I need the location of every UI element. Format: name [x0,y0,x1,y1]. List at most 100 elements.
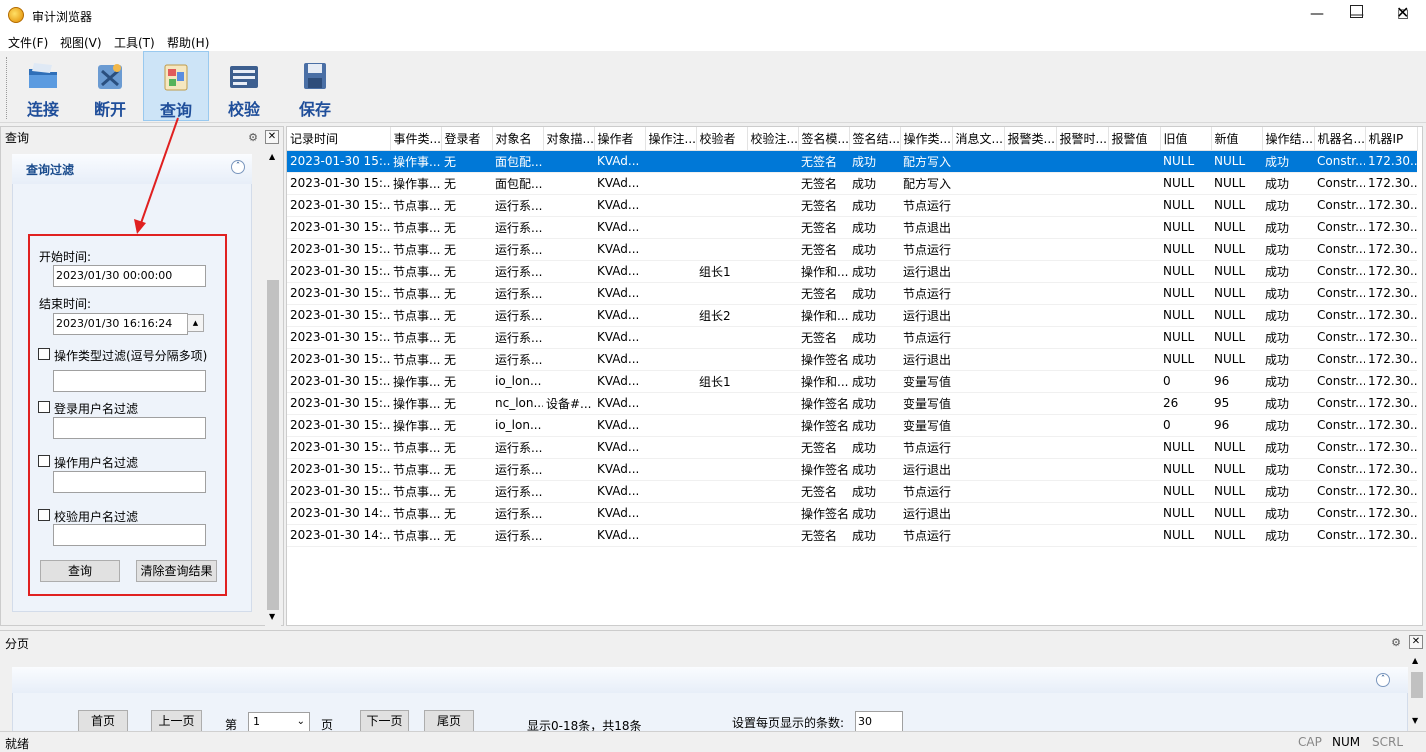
maximize-icon[interactable] [1350,5,1363,18]
column-header[interactable]: 报警时... [1056,127,1109,151]
close-icon[interactable]: ✕ [1396,3,1409,22]
table-row[interactable]: 2023-01-30 15:... 节点事... 无运行系... KVAd... 无签名… [287,282,1417,305]
table-row[interactable]: 2023-01-30 15:... 操作事... 无面包配... KVAd... 无签名… [287,172,1417,195]
column-header[interactable]: 机器IP [1365,127,1418,151]
connect-button[interactable]: 连接 [10,51,76,121]
table-row[interactable]: 2023-01-30 15:... 节点事... 无运行系... KVAd... 操作签… [287,348,1417,371]
table-row[interactable]: 2023-01-30 15:... 节点事... 无运行系... KVAd... 操作签… [287,458,1417,481]
column-header[interactable]: 对象名 [492,127,544,151]
clear-results-button[interactable]: 清除查询结果 [136,560,217,582]
verify-user-filter-input[interactable] [53,524,206,546]
table-cell [645,502,696,525]
query-button[interactable]: 查询 [143,51,209,121]
scroll-down-icon[interactable]: ▼ [269,612,275,621]
minimize-icon[interactable]: — [1310,6,1324,22]
end-time-input[interactable]: 2023/01/30 16:16:24 [53,313,188,335]
table-row[interactable]: 2023-01-30 15:... 操作事... 无 nc_lon... 设备#... K… [287,392,1417,415]
column-header[interactable]: 操作结... [1262,127,1315,151]
table-row[interactable]: 2023-01-30 14:... 节点事... 无运行系... KVAd... 操作签… [287,502,1417,525]
table-row[interactable]: 2023-01-30 15:... 节点事... 无运行系... KVAd... 无签名… [287,194,1417,217]
login-user-filter-input[interactable] [53,417,206,439]
table-cell: 172.30... [1365,304,1417,327]
menu-file[interactable]: 文件(F) [8,34,48,51]
menu-view[interactable]: 视图(V) [60,34,102,51]
pager-collapse-icon[interactable]: ˆ [1376,673,1390,687]
table-cell: 节点运行 [900,238,952,261]
op-type-filter-checkbox[interactable] [38,348,50,360]
table-cell [645,216,696,239]
pin-icon[interactable]: ⚙ [246,131,260,145]
table-row[interactable]: 2023-01-30 15:... 节点事... 无运行系... KVAd... 组长2… [287,304,1417,327]
column-header[interactable]: 签名结... [849,127,901,151]
op-user-filter-checkbox[interactable] [38,455,50,467]
last-page-button[interactable]: 尾页 [424,710,474,732]
op-type-filter-input[interactable] [53,370,206,392]
scroll-up-icon[interactable]: ▲ [269,152,275,161]
table-cell [543,238,594,261]
start-time-input[interactable]: 2023/01/30 00:00:00 [53,265,206,287]
column-header[interactable]: 校验注... [747,127,799,151]
column-header[interactable]: 操作注... [645,127,697,151]
menu-help[interactable]: 帮助(H) [167,34,209,51]
pager-pin-icon[interactable]: ⚙ [1389,636,1403,650]
column-header[interactable]: 机器名... [1314,127,1366,151]
next-page-button[interactable]: 下一页 [360,710,409,732]
table-cell: 运行系... [492,436,543,459]
verify-button[interactable]: 校验 [211,51,277,121]
table-cell [1004,458,1056,481]
table-row[interactable]: 2023-01-30 15:... 节点事... 无运行系... KVAd... 无签名… [287,480,1417,503]
pager-scroll-up-icon[interactable]: ▲ [1412,656,1418,665]
table-row[interactable]: 2023-01-30 15:... 节点事... 无运行系... KVAd... 无签名… [287,326,1417,349]
column-header[interactable]: 事件类... [390,127,442,151]
table-cell: 无 [441,216,492,239]
query-submit-button[interactable]: 查询 [40,560,120,582]
table-cell: 无 [441,458,492,481]
disconnect-button[interactable]: 断开 [77,51,143,121]
column-header[interactable]: 旧值 [1160,127,1212,151]
verify-icon [230,66,258,88]
prev-page-button[interactable]: 上一页 [151,710,202,732]
table-cell [543,480,594,503]
records-table[interactable]: 记录时间 事件类... 登录者 对象名 对象描... 操作者 操作注... 校验者 校验注...… [286,126,1423,626]
table-row[interactable]: 2023-01-30 15:... 操作事... 无 io_lon... KVAd...… [287,370,1417,393]
table-row[interactable]: 2023-01-30 15:... 节点事... 无运行系... KVAd... 无签名… [287,238,1417,261]
table-cell: Constr... [1314,150,1365,173]
column-header[interactable]: 报警类... [1004,127,1057,151]
column-header[interactable]: 登录者 [441,127,493,151]
column-header[interactable]: 报警值 [1108,127,1161,151]
time-spinner-icon[interactable]: ▲ [187,314,204,332]
column-header[interactable]: 记录时间 [287,127,391,151]
column-header[interactable]: 签名模... [798,127,850,151]
column-header[interactable]: 操作类... [900,127,953,151]
verify-user-filter-checkbox[interactable] [38,509,50,521]
table-row[interactable]: 2023-01-30 15:... 操作事... 无 io_lon... KVAd...… [287,414,1417,437]
table-cell [1056,194,1108,217]
close-panel-icon[interactable]: ✕ [265,130,279,144]
column-header[interactable]: 新值 [1211,127,1263,151]
left-scrollbar-thumb[interactable] [267,280,279,610]
per-page-input[interactable]: 30 [855,711,903,732]
collapse-icon[interactable]: ˆ [231,160,245,174]
column-header[interactable]: 消息文... [952,127,1005,151]
table-row[interactable]: 2023-01-30 15:... 节点事... 无运行系... KVAd... 无签名… [287,436,1417,459]
save-button[interactable]: 保存 [282,51,348,121]
menu-tools[interactable]: 工具(T) [114,34,155,51]
first-page-button[interactable]: 首页 [78,710,128,732]
column-header[interactable]: 对象描... [543,127,595,151]
op-user-filter-input[interactable] [53,471,206,493]
table-cell [1004,282,1056,305]
table-row[interactable]: 2023-01-30 14:... 节点事... 无运行系... KVAd... 无签名… [287,524,1417,547]
pager-scroll-down-icon[interactable]: ▼ [1412,716,1418,725]
table-row[interactable]: 2023-01-30 15:... 操作事... 无面包配... KVAd... 无签名… [287,150,1417,173]
page-select[interactable]: 1 ⌄ [248,712,310,732]
login-user-filter-checkbox[interactable] [38,401,50,413]
column-header[interactable]: 操作者 [594,127,646,151]
table-cell: 节点运行 [900,282,952,305]
table-row[interactable]: 2023-01-30 15:... 节点事... 无运行系... KVAd... 组长1… [287,260,1417,283]
pager-close-icon[interactable]: ✕ [1409,635,1423,649]
table-cell: 无 [441,172,492,195]
table-cell: 172.30... [1365,458,1417,481]
column-header[interactable]: 校验者 [696,127,748,151]
table-row[interactable]: 2023-01-30 15:... 节点事... 无运行系... KVAd... 无签名… [287,216,1417,239]
pager-scrollbar-thumb[interactable] [1411,672,1423,698]
